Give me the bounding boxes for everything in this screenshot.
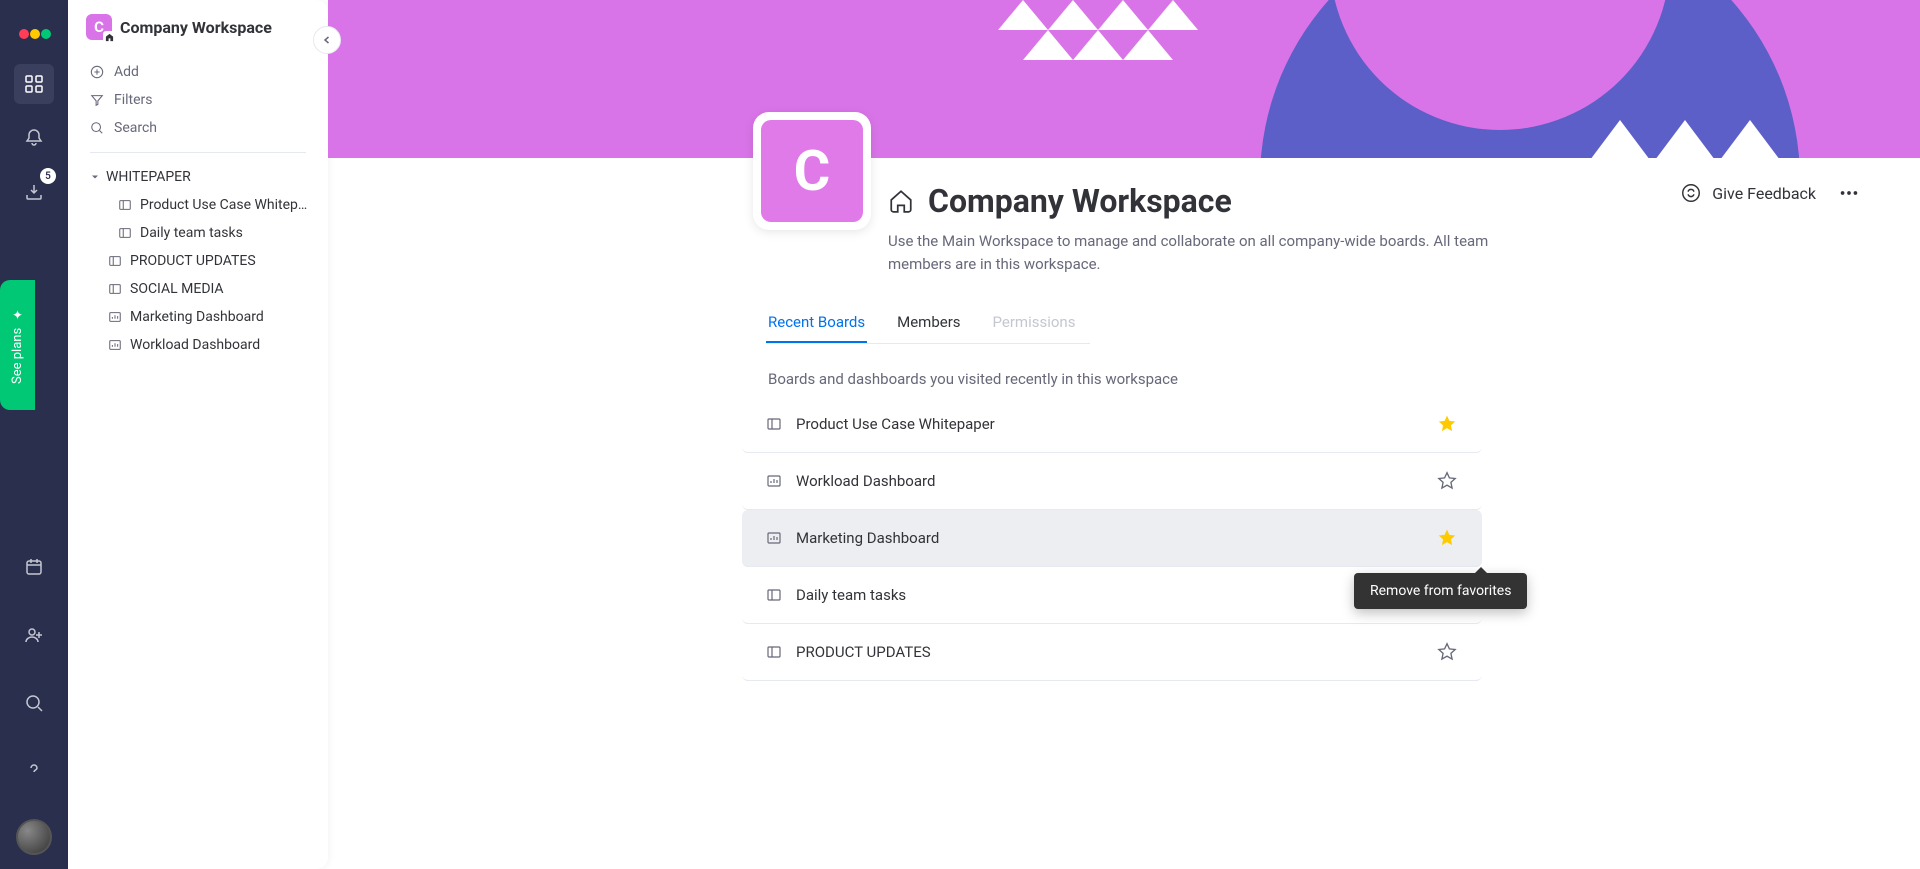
home-badge-icon: [103, 31, 115, 43]
board-row[interactable]: PRODUCT UPDATES: [742, 624, 1482, 681]
tree-item-label: Product Use Case Whitep…: [140, 197, 307, 213]
recent-boards-description: Boards and dashboards you visited recent…: [328, 344, 1920, 396]
dashboard-icon: [108, 310, 122, 324]
dashboard-icon: [108, 338, 122, 352]
banner-triangles-icon: [1590, 120, 1780, 158]
workspaces-icon[interactable]: [14, 64, 54, 104]
tree-item-label: Marketing Dashboard: [130, 309, 264, 325]
filters-label: Filters: [114, 92, 153, 108]
star-filled-icon: [1437, 414, 1457, 434]
board-icon: [766, 416, 782, 432]
more-horizontal-icon: [1838, 182, 1860, 204]
tree-item-workload-dashboard[interactable]: Workload Dashboard: [76, 331, 320, 359]
favorite-toggle[interactable]: [1436, 641, 1458, 663]
board-icon: [766, 587, 782, 603]
star-outline-icon: [1437, 471, 1457, 491]
workspace-banner: [328, 0, 1920, 158]
tree-item-marketing-dashboard[interactable]: Marketing Dashboard: [76, 303, 320, 331]
invite-icon[interactable]: [14, 615, 54, 655]
workspace-avatar-letter: C: [794, 138, 831, 204]
tree-item-label: Daily team tasks: [140, 225, 243, 241]
recent-boards-list: Product Use Case Whitepaper Workload Dash…: [742, 396, 1482, 681]
add-button[interactable]: Add: [68, 58, 328, 86]
filters-button[interactable]: Filters: [68, 86, 328, 114]
favorite-toggle[interactable]: [1436, 470, 1458, 492]
tab-recent-boards[interactable]: Recent Boards: [766, 313, 867, 343]
favorite-toggle[interactable]: [1436, 527, 1458, 549]
see-plans-label: See plans: [10, 327, 25, 383]
favorite-toggle[interactable]: [1436, 413, 1458, 435]
board-icon: [118, 198, 132, 212]
left-rail: 5 See plans ✦: [0, 0, 68, 869]
board-row-label: PRODUCT UPDATES: [796, 643, 931, 661]
tree-folder-label: WHITEPAPER: [106, 169, 191, 185]
board-row-label: Workload Dashboard: [796, 472, 935, 490]
board-row-label: Marketing Dashboard: [796, 529, 939, 547]
inbox-badge: 5: [40, 168, 56, 184]
home-icon: [888, 188, 914, 214]
workspace-title: Company Workspace: [928, 182, 1232, 220]
dashboard-icon: [766, 473, 782, 489]
workspace-avatar: C: [753, 112, 871, 230]
monday-logo-icon[interactable]: [16, 10, 52, 46]
tree-item-product-whitepaper[interactable]: Product Use Case Whitep…: [76, 191, 320, 219]
tree-item-label: PRODUCT UPDATES: [130, 253, 256, 269]
see-plans-button[interactable]: See plans ✦: [0, 280, 35, 410]
help-icon[interactable]: [14, 751, 54, 791]
star-filled-icon: [1437, 528, 1457, 548]
more-menu-button[interactable]: [1838, 182, 1860, 204]
sidebar-panel: C Company Workspace Add Filters Search: [68, 0, 328, 869]
board-row-label: Product Use Case Whitepaper: [796, 415, 995, 433]
tree-item-label: SOCIAL MEDIA: [130, 281, 224, 297]
search-icon[interactable]: [14, 683, 54, 723]
tree-item-social-media[interactable]: SOCIAL MEDIA: [76, 275, 320, 303]
main-content: C Company Workspace Give Feedback Use th…: [328, 0, 1920, 869]
sidebar-search-label: Search: [114, 120, 157, 136]
board-row[interactable]: Marketing Dashboard: [742, 510, 1482, 567]
board-icon: [118, 226, 132, 240]
user-avatar[interactable]: [16, 819, 52, 855]
dashboard-icon: [766, 530, 782, 546]
board-row-label: Daily team tasks: [796, 586, 906, 604]
banner-triangles-icon: [998, 0, 1218, 90]
tree-item-product-updates[interactable]: PRODUCT UPDATES: [76, 247, 320, 275]
feedback-icon: [1680, 182, 1702, 204]
workspace-description: Use the Main Workspace to manage and col…: [328, 220, 1608, 275]
board-icon: [108, 254, 122, 268]
tooltip-text: Remove from favorites: [1370, 583, 1511, 599]
board-icon: [766, 644, 782, 660]
tooltip-remove-favorites: Remove from favorites: [1354, 573, 1527, 609]
sidebar-search[interactable]: Search: [68, 114, 328, 142]
tree-folder-whitepaper[interactable]: WHITEPAPER: [76, 163, 320, 191]
add-label: Add: [114, 64, 139, 80]
board-row[interactable]: Product Use Case Whitepaper: [742, 396, 1482, 453]
board-icon: [108, 282, 122, 296]
sidebar-workspace-title: Company Workspace: [120, 18, 272, 37]
workspace-badge-icon: C: [86, 14, 112, 40]
collapse-sidebar-button[interactable]: [313, 26, 341, 54]
board-row[interactable]: Workload Dashboard: [742, 453, 1482, 510]
tab-permissions[interactable]: Permissions: [991, 313, 1078, 343]
star-outline-icon: [1437, 642, 1457, 662]
calendar-icon[interactable]: [14, 547, 54, 587]
notifications-icon[interactable]: [14, 118, 54, 158]
tree-item-label: Workload Dashboard: [130, 337, 260, 353]
chevron-down-icon: [90, 172, 100, 182]
feedback-button[interactable]: Give Feedback: [1680, 182, 1816, 204]
tree-item-daily-tasks[interactable]: Daily team tasks: [76, 219, 320, 247]
tab-members[interactable]: Members: [895, 313, 962, 343]
feedback-label: Give Feedback: [1712, 184, 1816, 203]
inbox-icon[interactable]: 5: [14, 172, 54, 212]
tabs: Recent Boards Members Permissions: [328, 275, 1920, 343]
sparkle-icon: ✦: [10, 306, 25, 321]
